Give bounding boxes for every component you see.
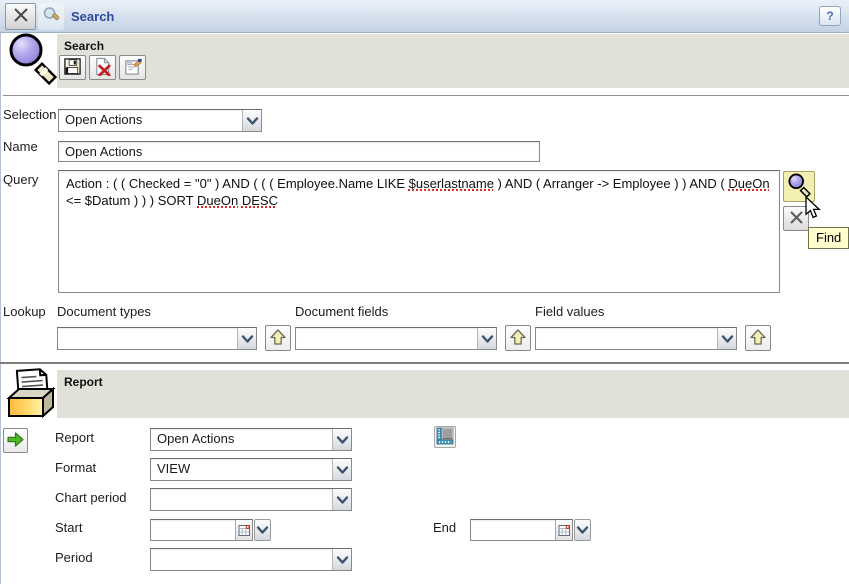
chevron-down-icon (332, 489, 351, 510)
document-types-value (58, 328, 237, 349)
chevron-down-icon (242, 110, 261, 131)
clear-query-button[interactable] (783, 206, 809, 231)
field-values-value (536, 328, 717, 349)
chevron-down-icon (332, 549, 351, 570)
chevron-down-icon (332, 459, 351, 480)
format-value: VIEW (151, 459, 332, 480)
save-search-button[interactable] (59, 55, 86, 80)
search-window: Search ? Search (0, 0, 849, 584)
window-left-border (0, 33, 1, 584)
query-input[interactable]: Action : ( ( Checked = "0" ) AND ( ( ( E… (58, 170, 780, 293)
selection-value: Open Actions (59, 110, 242, 131)
titlebar-search-tab[interactable] (38, 3, 64, 30)
field-values-apply-button[interactable] (745, 325, 771, 351)
start-date-field[interactable] (150, 519, 253, 541)
window-title: Search (71, 9, 114, 24)
delete-search-button[interactable] (89, 55, 116, 80)
lookup-label: Lookup (3, 304, 46, 319)
end-date-dropdown-button[interactable] (574, 519, 591, 541)
start-date-dropdown-button[interactable] (254, 519, 271, 541)
period-label: Period (55, 550, 93, 565)
find-button[interactable] (783, 171, 815, 202)
search-toolbar (59, 55, 146, 80)
report-value: Open Actions (151, 429, 332, 450)
name-label: Name (3, 139, 38, 154)
chart-period-select[interactable] (150, 488, 352, 511)
calendar-icon[interactable] (235, 520, 252, 540)
edit-search-button[interactable] (119, 55, 146, 80)
field-values-label: Field values (535, 304, 604, 319)
field-values-select[interactable] (535, 327, 737, 350)
search-section-icon (7, 33, 57, 92)
end-date-input[interactable] (471, 520, 555, 540)
document-fields-apply-button[interactable] (505, 325, 531, 351)
report-section-divider (0, 362, 849, 364)
chevron-down-icon (576, 523, 589, 538)
report-select[interactable]: Open Actions (150, 428, 352, 451)
document-fields-select[interactable] (295, 327, 497, 350)
find-magnifier-icon (787, 173, 811, 200)
find-tooltip: Find (808, 227, 849, 249)
chevron-down-icon (237, 328, 256, 349)
document-types-label: Document types (57, 304, 151, 319)
end-date-field[interactable] (470, 519, 573, 541)
format-label: Format (55, 460, 96, 475)
query-label: Query (3, 172, 38, 187)
run-report-button[interactable] (3, 428, 28, 453)
chart-period-label: Chart period (55, 490, 127, 505)
chevron-down-icon (256, 523, 269, 538)
printer-icon (3, 366, 57, 423)
close-button[interactable] (5, 3, 36, 30)
report-view-icon (436, 427, 454, 448)
up-arrow-icon (269, 328, 287, 349)
delete-icon (93, 57, 112, 79)
titlebar: Search ? (0, 0, 849, 33)
close-icon (12, 6, 30, 27)
up-arrow-icon (509, 328, 527, 349)
help-button[interactable]: ? (819, 6, 841, 26)
start-date-input[interactable] (151, 520, 235, 540)
clear-x-icon (788, 209, 805, 229)
period-select[interactable] (150, 548, 352, 571)
chart-period-value (151, 489, 332, 510)
report-label: Report (55, 430, 94, 445)
search-section-header: Search (57, 34, 849, 88)
report-section-header: Report (57, 370, 849, 418)
document-fields-label: Document fields (295, 304, 388, 319)
search-header-divider (3, 95, 849, 96)
report-section-title: Report (64, 375, 103, 389)
chevron-down-icon (332, 429, 351, 450)
document-types-select[interactable] (57, 327, 257, 350)
up-arrow-icon (749, 328, 767, 349)
period-value (151, 549, 332, 570)
magnifier-icon (42, 6, 60, 27)
format-select[interactable]: VIEW (150, 458, 352, 481)
selection-select[interactable]: Open Actions (58, 109, 262, 132)
search-section-title: Search (64, 39, 104, 53)
document-fields-value (296, 328, 477, 349)
edit-form-icon (123, 57, 142, 79)
chevron-down-icon (717, 328, 736, 349)
name-input[interactable] (58, 141, 540, 162)
save-icon (63, 57, 82, 79)
chevron-down-icon (477, 328, 496, 349)
document-types-apply-button[interactable] (265, 325, 291, 351)
end-label: End (433, 520, 456, 535)
start-label: Start (55, 520, 82, 535)
calendar-icon[interactable] (555, 520, 572, 540)
selection-label: Selection (3, 107, 56, 122)
green-arrow-right-icon (5, 429, 26, 453)
report-view-button[interactable] (434, 426, 456, 448)
